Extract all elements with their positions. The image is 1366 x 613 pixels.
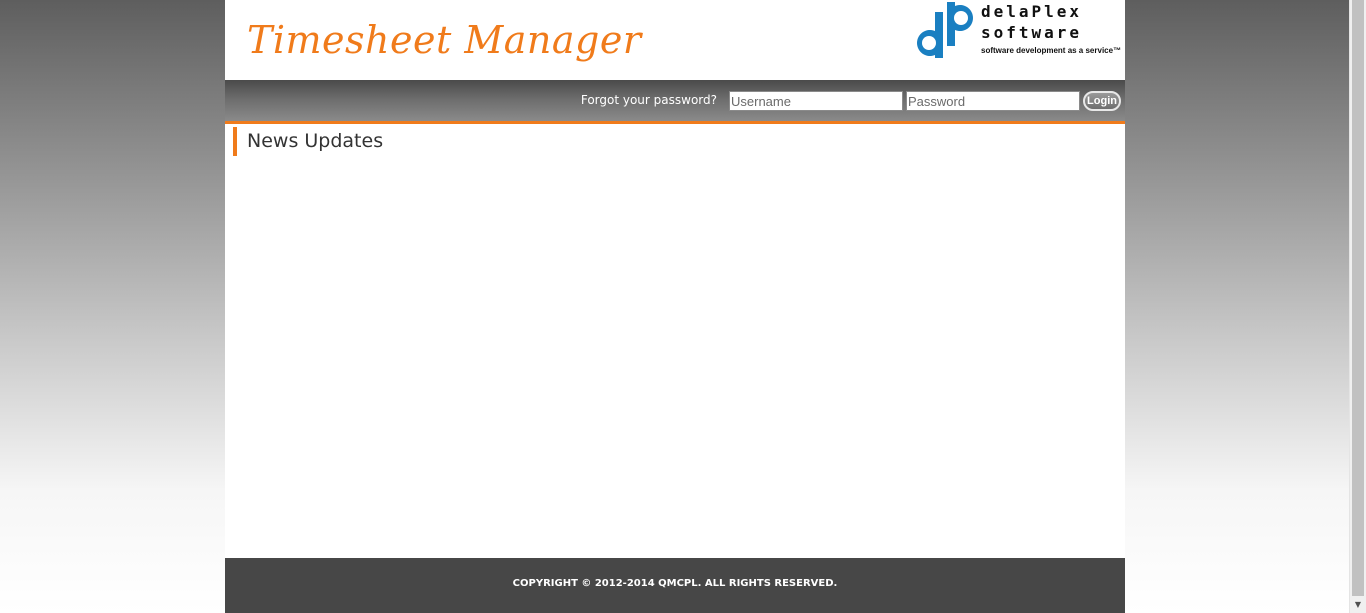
- dp-logo-icon: [917, 2, 973, 58]
- scrollbar-thumb[interactable]: [1352, 0, 1364, 596]
- scroll-down-arrow-icon[interactable]: ▼: [1350, 596, 1366, 613]
- header: Timesheet Manager delaPlex software soft…: [225, 0, 1125, 80]
- news-updates-heading: News Updates: [233, 127, 383, 156]
- app-title: Timesheet Manager: [247, 18, 642, 62]
- footer: COPYRIGHT © 2012-2014 QMCPL. ALL RIGHTS …: [225, 558, 1125, 613]
- password-input[interactable]: [906, 91, 1080, 111]
- delaplex-logo[interactable]: delaPlex software software development a…: [917, 0, 1121, 62]
- copyright-text: COPYRIGHT © 2012-2014 QMCPL. ALL RIGHTS …: [512, 578, 838, 589]
- logo-brand-line1: delaPlex: [981, 2, 1083, 21]
- login-button[interactable]: Login: [1083, 91, 1121, 111]
- vertical-scrollbar[interactable]: ▼: [1349, 0, 1366, 613]
- main-content: News Updates: [225, 124, 1125, 558]
- logo-tagline: software development as a service™: [981, 46, 1122, 55]
- forgot-password-link[interactable]: Forgot your password?: [581, 93, 717, 107]
- logo-brand-line2: software: [981, 23, 1083, 42]
- username-input[interactable]: [729, 91, 903, 111]
- login-bar: Forgot your password? Login: [225, 80, 1125, 124]
- logo-wordmark: delaPlex software: [981, 1, 1082, 43]
- page-container: Timesheet Manager delaPlex software soft…: [225, 0, 1125, 613]
